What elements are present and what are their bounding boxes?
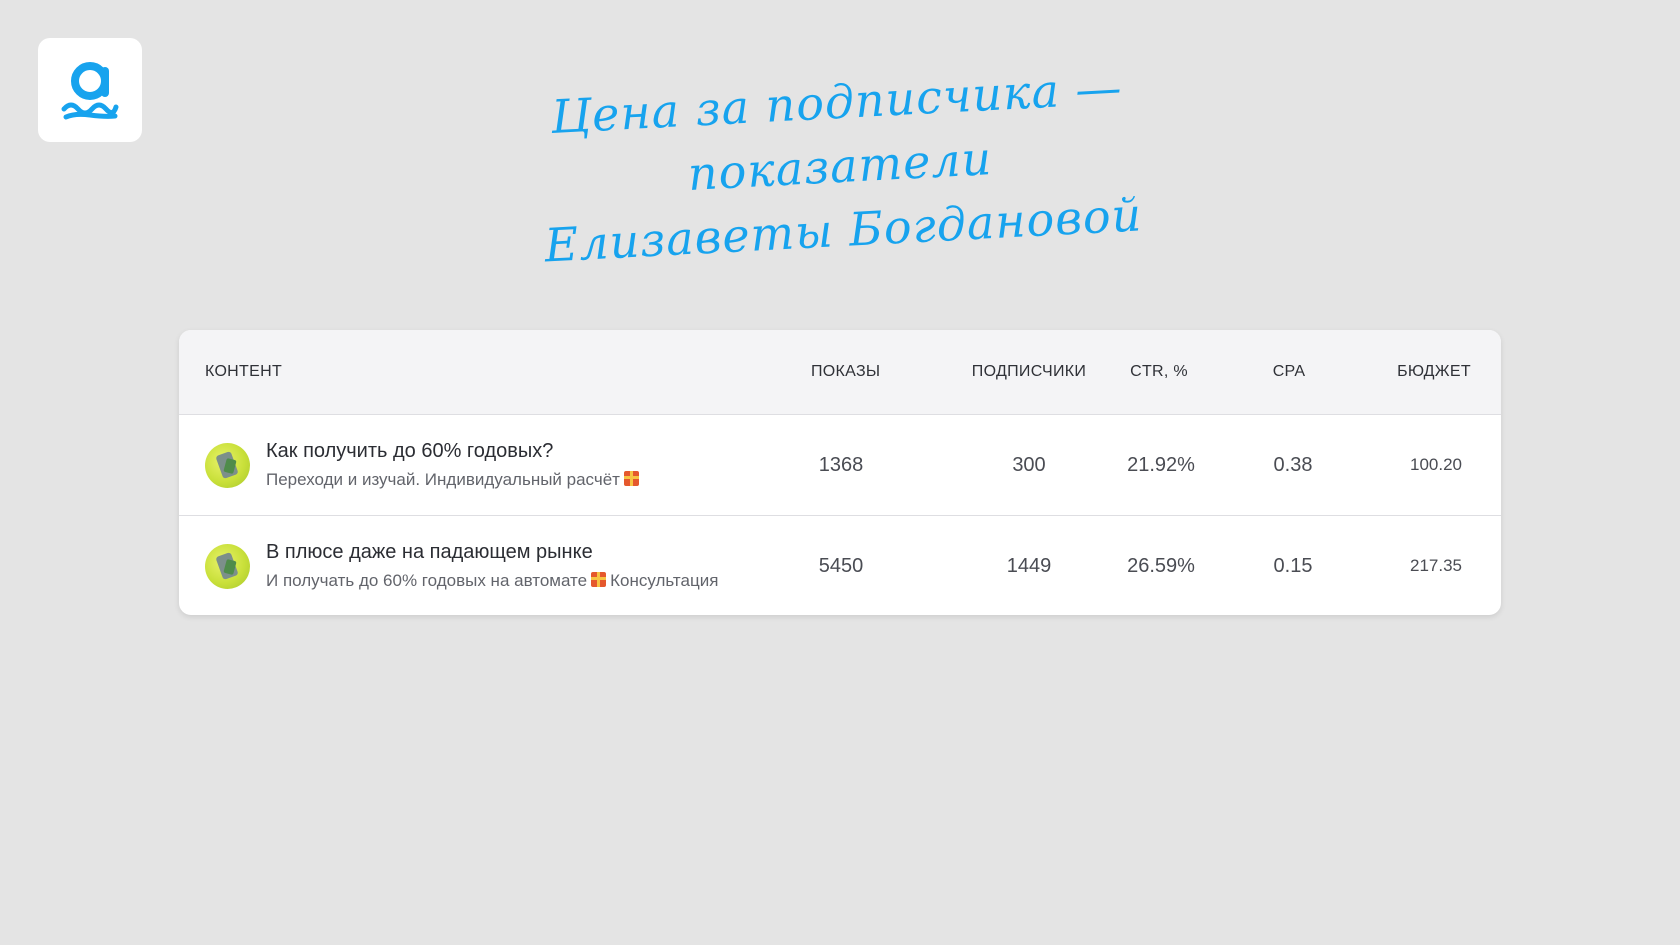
column-header-impressions[interactable]: ПОКАЗЫ bbox=[811, 330, 880, 414]
column-header-budget[interactable]: БЮДЖЕТ bbox=[1379, 330, 1489, 414]
ad-thumbnail bbox=[205, 544, 250, 589]
ctr-value: 21.92% bbox=[1127, 454, 1195, 476]
subscribers-value: 1449 bbox=[1006, 555, 1052, 577]
gift-icon bbox=[623, 471, 639, 486]
subscribers-value: 300 bbox=[1012, 454, 1046, 476]
ad-title: В плюсе даже на падающем рынке bbox=[266, 541, 593, 563]
cpa-value: 0.15 bbox=[1273, 555, 1313, 577]
ad-title: Как получить до 60% годовых? bbox=[266, 440, 554, 462]
ad-subtitle-text: И получать до 60% годовых на автомате bbox=[266, 571, 588, 590]
ad-thumbnail bbox=[205, 443, 250, 488]
page-title: Цена за подписчика — показатели Елизавет… bbox=[436, 49, 1245, 283]
ad-subtitle-text-after: Консультация bbox=[610, 571, 719, 590]
column-header-ctr[interactable]: CTR, % bbox=[1099, 330, 1219, 414]
budget-value: 217.35 bbox=[1410, 556, 1462, 575]
ad-subtitle-text: Переходи и изучай. Индивидуальный расчёт bbox=[266, 470, 620, 489]
column-header-content[interactable]: КОНТЕНТ bbox=[205, 330, 282, 414]
ad-subtitle: Переходи и изучай. Индивидуальный расчёт bbox=[266, 470, 643, 490]
stats-table: КОНТЕНТ ПОКАЗЫ ПОДПИСЧИКИ CTR, % CPA БЮД… bbox=[179, 330, 1501, 615]
table-row[interactable]: В плюсе даже на падающем рынке И получат… bbox=[179, 516, 1501, 615]
column-header-subscribers[interactable]: ПОДПИСЧИКИ bbox=[959, 330, 1099, 414]
brand-logo bbox=[38, 38, 142, 142]
column-header-cpa[interactable]: CPA bbox=[1249, 330, 1329, 414]
impressions-value: 5450 bbox=[818, 555, 864, 577]
ctr-value: 26.59% bbox=[1127, 555, 1195, 577]
table-header: КОНТЕНТ ПОКАЗЫ ПОДПИСЧИКИ CTR, % CPA БЮД… bbox=[179, 330, 1501, 415]
table-row[interactable]: Как получить до 60% годовых? Переходи и … bbox=[179, 415, 1501, 516]
ad-subtitle: И получать до 60% годовых на автомате Кон… bbox=[266, 571, 718, 591]
cpa-value: 0.38 bbox=[1273, 454, 1313, 476]
brand-logo-icon bbox=[61, 62, 119, 120]
impressions-value: 1368 bbox=[818, 454, 864, 476]
gift-icon bbox=[591, 572, 607, 587]
budget-value: 100.20 bbox=[1410, 455, 1462, 474]
